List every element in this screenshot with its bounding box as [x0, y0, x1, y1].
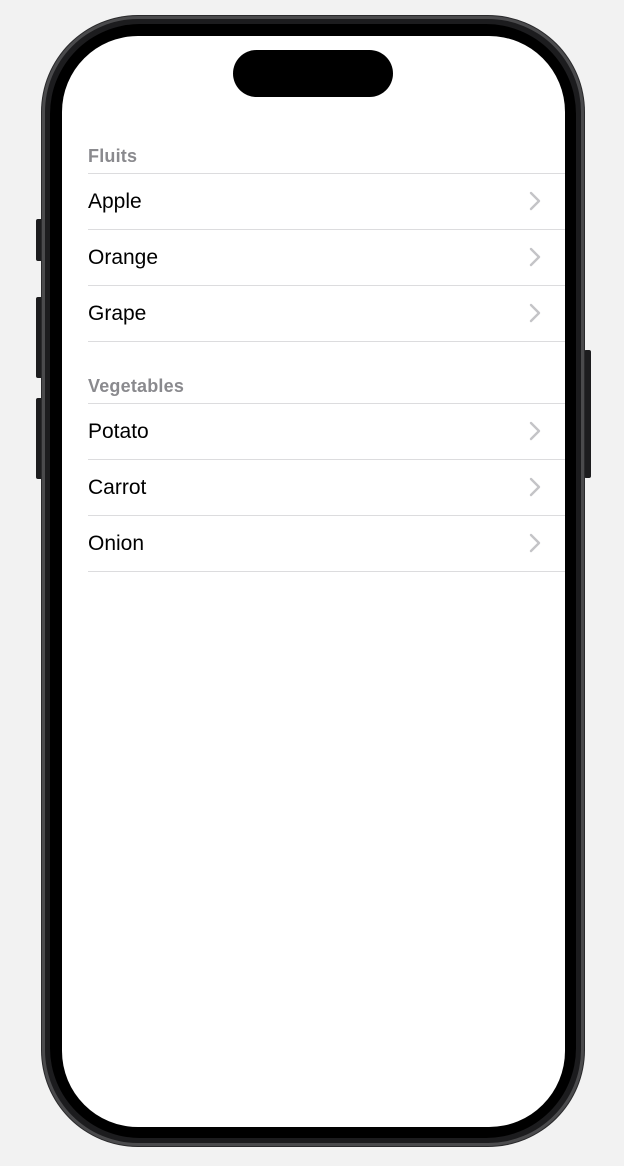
section-header-fruits: Fluits: [88, 146, 138, 166]
chevron-right-icon: [529, 247, 541, 267]
section-list-vegetables: Potato Carrot Onion: [88, 403, 565, 572]
list-row-label: Potato: [88, 419, 149, 443]
chevron-right-icon: [529, 477, 541, 497]
chevron-right-icon: [529, 191, 541, 211]
list-row-carrot[interactable]: Carrot: [88, 460, 565, 516]
section-list-fruits: Apple Orange Grape: [88, 173, 565, 342]
dynamic-island: [233, 50, 393, 97]
power-button: [584, 350, 591, 478]
list-row-label: Apple: [88, 189, 142, 213]
list-row-onion[interactable]: Onion: [88, 516, 565, 572]
section-header-vegetables: Vegetables: [88, 376, 185, 396]
chevron-right-icon: [529, 421, 541, 441]
chevron-right-icon: [529, 303, 541, 323]
list-row-orange[interactable]: Orange: [88, 230, 565, 286]
chevron-right-icon: [529, 533, 541, 553]
list-row-grape[interactable]: Grape: [88, 286, 565, 342]
list-row-potato[interactable]: Potato: [88, 404, 565, 460]
phone-screen: Fluits Apple Orange Grape Vegetables Pot…: [62, 36, 565, 1127]
list-row-apple[interactable]: Apple: [88, 174, 565, 230]
list-row-label: Orange: [88, 245, 159, 269]
list-row-label: Onion: [88, 531, 145, 555]
list-row-label: Grape: [88, 301, 147, 325]
device-stage: Fluits Apple Orange Grape Vegetables Pot…: [0, 0, 624, 1166]
list-row-label: Carrot: [88, 475, 147, 499]
